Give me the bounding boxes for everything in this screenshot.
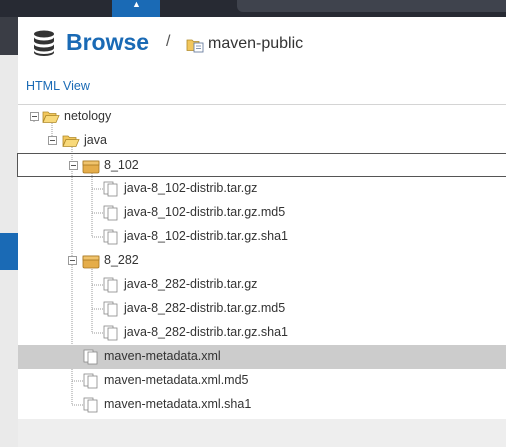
- tree-node-file[interactable]: maven-metadata.xml.md5: [18, 369, 506, 393]
- file-icon: [83, 349, 98, 365]
- collapse-toggle[interactable]: [68, 256, 77, 265]
- tree-node-file[interactable]: maven-metadata.xml.sha1: [18, 393, 506, 417]
- tree-node-file-selected[interactable]: maven-metadata.xml: [18, 345, 506, 369]
- browse-nav-tab[interactable]: ▲: [112, 0, 160, 17]
- tree-node-label: maven-metadata.xml.md5: [104, 373, 249, 387]
- top-navigation-bar: ▲: [0, 0, 506, 17]
- page-header: Browse / maven-public: [18, 17, 506, 69]
- package-folder-icon: [82, 255, 100, 269]
- tree-node-file[interactable]: java-8_102-distrib.tar.gz: [18, 177, 506, 201]
- collapse-toggle[interactable]: [69, 161, 78, 170]
- file-icon: [103, 229, 118, 245]
- file-icon: [83, 373, 98, 389]
- tree-node-8-102[interactable]: 8_102: [17, 153, 506, 177]
- tree-node-label: maven-metadata.xml.sha1: [104, 397, 252, 411]
- left-sidebar: [0, 17, 18, 447]
- tree-node-label: java-8_282-distrib.tar.gz.sha1: [124, 325, 288, 339]
- tree-node-file[interactable]: java-8_282-distrib.tar.gz: [18, 273, 506, 297]
- page-title: Browse: [66, 29, 150, 55]
- collapse-toggle[interactable]: [48, 136, 57, 145]
- tree-node-label: java: [84, 133, 107, 147]
- tree-node-label: netology: [64, 109, 112, 123]
- breadcrumb-separator: /: [166, 33, 171, 50]
- sidebar-header-band: [0, 17, 18, 55]
- file-icon: [103, 181, 118, 197]
- panel-footer: [18, 419, 506, 447]
- tree-node-label: 8_102: [104, 158, 139, 172]
- file-icon: [103, 325, 118, 341]
- file-icon: [103, 277, 118, 293]
- caret-icon: ▲: [132, 0, 141, 9]
- folder-open-icon: [62, 135, 80, 147]
- global-search-box[interactable]: [237, 0, 506, 12]
- file-icon: [103, 301, 118, 317]
- package-folder-icon: [82, 160, 100, 174]
- repository-group-icon: [186, 39, 204, 53]
- browse-panel: HTML View netology java 8_102 java-8_102…: [17, 69, 506, 419]
- tree-node-label: maven-metadata.xml: [104, 349, 221, 363]
- folder-open-icon: [42, 111, 60, 123]
- tree-node-file[interactable]: java-8_102-distrib.tar.gz.sha1: [18, 225, 506, 249]
- tree-node-8-282[interactable]: 8_282: [18, 249, 506, 273]
- tree-node-label: java-8_282-distrib.tar.gz.md5: [124, 301, 286, 315]
- tree-node-file[interactable]: java-8_282-distrib.tar.gz.sha1: [18, 321, 506, 345]
- collapse-toggle[interactable]: [30, 112, 39, 121]
- tree-node-file[interactable]: java-8_282-distrib.tar.gz.md5: [18, 297, 506, 321]
- breadcrumb-repository[interactable]: maven-public: [208, 35, 303, 53]
- file-icon: [83, 397, 98, 413]
- tree-node-file[interactable]: java-8_102-distrib.tar.gz.md5: [18, 201, 506, 225]
- tree-node-netology[interactable]: netology: [18, 105, 506, 129]
- tree-node-label: java-8_282-distrib.tar.gz: [124, 277, 258, 291]
- tree-node-label: java-8_102-distrib.tar.gz: [124, 181, 258, 195]
- file-icon: [103, 205, 118, 221]
- tree-node-label: java-8_102-distrib.tar.gz.sha1: [124, 229, 288, 243]
- tree-node-label: java-8_102-distrib.tar.gz.md5: [124, 205, 286, 219]
- database-icon: [34, 30, 54, 56]
- tree-node-label: 8_282: [104, 253, 139, 267]
- tree-node-java[interactable]: java: [18, 129, 506, 153]
- sidebar-item-active[interactable]: [0, 233, 18, 270]
